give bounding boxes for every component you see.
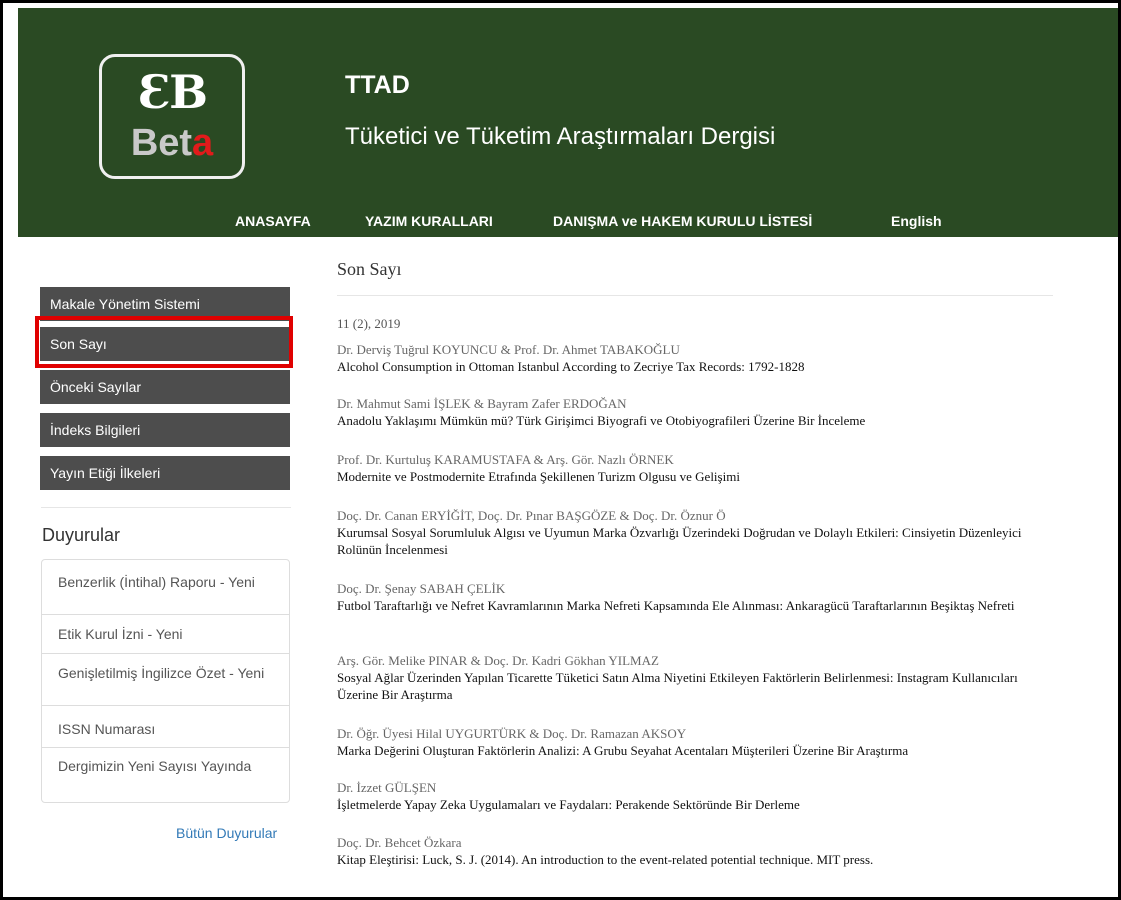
article-item: Dr. İzzet GÜLŞEN İşletmelerde Yapay Zeka… bbox=[337, 780, 1057, 813]
article-title[interactable]: Kurumsal Sosyal Sorumluluk Algısı ve Uyu… bbox=[337, 524, 1057, 558]
all-announcements-link[interactable]: Bütün Duyurular bbox=[176, 825, 277, 841]
article-authors: Prof. Dr. Kurtuluş KARAMUSTAFA & Arş. Gö… bbox=[337, 452, 674, 467]
article-item: Arş. Gör. Melike PINAR & Doç. Dr. Kadri … bbox=[337, 653, 1057, 703]
article-title[interactable]: Marka Değerini Oluşturan Faktörlerin Ana… bbox=[337, 742, 1057, 759]
site-title-full: Tüketici ve Tüketim Araştırmaları Dergis… bbox=[345, 123, 776, 150]
article-authors: Arş. Gör. Melike PINAR & Doç. Dr. Kadri … bbox=[337, 653, 659, 668]
announcements-list: Benzerlik (İntihal) Raporu - Yeni Etik K… bbox=[41, 559, 290, 803]
announcement-separator bbox=[42, 747, 289, 748]
announcement-separator bbox=[42, 614, 289, 615]
announcement-item[interactable]: ISSN Numarası bbox=[42, 720, 289, 738]
nav-anasayfa[interactable]: ANASAYFA bbox=[235, 211, 311, 231]
journal-logo[interactable]: ƐB Beta bbox=[99, 54, 245, 179]
highlight-box bbox=[35, 316, 293, 368]
announcement-separator bbox=[42, 705, 289, 706]
nav-yazim-kurallari[interactable]: YAZIM KURALLARI bbox=[365, 211, 493, 231]
article-authors: Dr. Mahmut Sami İŞLEK & Bayram Zafer ERD… bbox=[337, 396, 627, 411]
article-title[interactable]: Modernite ve Postmodernite Etrafında Şek… bbox=[337, 468, 1057, 485]
page-title: Son Sayı bbox=[337, 259, 402, 279]
article-item: Dr. Öğr. Üyesi Hilal UYGURTÜRK & Doç. Dr… bbox=[337, 726, 1057, 759]
article-title[interactable]: Anadolu Yaklaşımı Mümkün mü? Türk Girişi… bbox=[337, 412, 1057, 429]
sidebar-item-onceki-sayilar[interactable]: Önceki Sayılar bbox=[40, 370, 290, 404]
announcement-item[interactable]: Benzerlik (İntihal) Raporu - Yeni bbox=[42, 573, 289, 591]
article-item: Dr. Mahmut Sami İŞLEK & Bayram Zafer ERD… bbox=[337, 396, 1057, 429]
announcements-heading: Duyurular bbox=[42, 525, 121, 545]
article-authors: Doç. Dr. Canan ERYİĞİT, Doç. Dr. Pınar B… bbox=[337, 508, 726, 523]
announcement-item[interactable]: Dergimizin Yeni Sayısı Yayında bbox=[42, 757, 289, 775]
sidebar-item-yayin-etigi[interactable]: Yayın Etiği İlkeleri bbox=[40, 456, 290, 490]
article-title[interactable]: Alcohol Consumption in Ottoman Istanbul … bbox=[337, 358, 1057, 375]
article-authors: Doç. Dr. Behcet Özkara bbox=[337, 835, 462, 850]
article-title[interactable]: Futbol Taraftarlığı ve Nefret Kavramları… bbox=[337, 597, 1057, 614]
article-item: Doç. Dr. Canan ERYİĞİT, Doç. Dr. Pınar B… bbox=[337, 508, 1057, 558]
article-item: Dr. Derviş Tuğrul KOYUNCU & Prof. Dr. Ah… bbox=[337, 342, 1057, 375]
article-title[interactable]: İşletmelerde Yapay Zeka Uygulamaları ve … bbox=[337, 796, 1057, 813]
site-header: ƐB Beta TTAD Tüketici ve Tüketim Araştır… bbox=[18, 8, 1118, 237]
title-divider bbox=[337, 295, 1053, 296]
article-title[interactable]: Kitap Eleştirisi: Luck, S. J. (2014). An… bbox=[337, 851, 1057, 868]
article-authors: Dr. Öğr. Üyesi Hilal UYGURTÜRK & Doç. Dr… bbox=[337, 726, 687, 741]
sidebar-item-indeks-bilgileri[interactable]: İndeks Bilgileri bbox=[40, 413, 290, 447]
article-item: Doç. Dr. Behcet Özkara Kitap Eleştirisi:… bbox=[337, 835, 1057, 868]
article-item: Prof. Dr. Kurtuluş KARAMUSTAFA & Arş. Gö… bbox=[337, 452, 1057, 485]
announcement-separator bbox=[42, 653, 289, 654]
article-authors: Dr. İzzet GÜLŞEN bbox=[337, 780, 437, 795]
announcement-item[interactable]: Genişletilmiş İngilizce Özet - Yeni bbox=[42, 664, 289, 682]
sidebar-divider bbox=[41, 507, 291, 508]
browser-frame: ƐB Beta TTAD Tüketici ve Tüketim Araştır… bbox=[0, 0, 1121, 900]
article-item: Doç. Dr. Şenay SABAH ÇELİK Futbol Taraft… bbox=[337, 581, 1057, 614]
announcement-item[interactable]: Etik Kurul İzni - Yeni bbox=[42, 625, 289, 643]
issue-label: 11 (2), 2019 bbox=[337, 316, 401, 331]
site-title-short: TTAD bbox=[345, 71, 410, 99]
nav-danisma-hakem-kurulu[interactable]: DANIŞMA ve HAKEM KURULU LİSTESİ bbox=[553, 211, 812, 231]
logo-mark: ƐB bbox=[137, 65, 208, 119]
logo-wordmark: Beta bbox=[130, 122, 214, 164]
nav-english[interactable]: English bbox=[891, 211, 942, 231]
article-authors: Dr. Derviş Tuğrul KOYUNCU & Prof. Dr. Ah… bbox=[337, 342, 680, 357]
article-authors: Doç. Dr. Şenay SABAH ÇELİK bbox=[337, 581, 506, 596]
article-title[interactable]: Sosyal Ağlar Üzerinden Yapılan Ticarette… bbox=[337, 669, 1057, 703]
